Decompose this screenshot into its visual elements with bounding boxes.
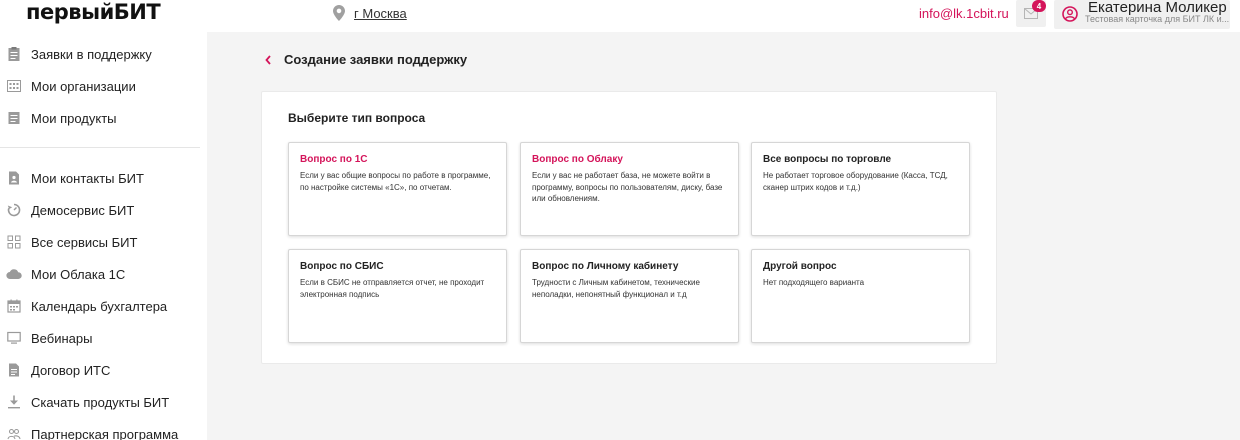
sidebar-item-accountant-calendar[interactable]: Календарь бухгалтера: [0, 293, 207, 319]
sidebar-item-label: Скачать продукты БИТ: [31, 394, 170, 410]
question-card-trade[interactable]: Все вопросы по торговле Не работает торг…: [751, 142, 970, 236]
card-description: Нет подходящего варианта: [763, 278, 865, 287]
sidebar-item-organizations[interactable]: Мои организации: [0, 73, 207, 99]
page-title-text: Создание заявки поддержку: [284, 52, 468, 67]
grid-icon: [7, 235, 21, 249]
top-header: первыйБИТ г Москва info@lk.1cbit.ru 4 Ек…: [0, 0, 1240, 32]
document-icon: [8, 112, 20, 124]
sidebar-item-download-products[interactable]: Скачать продукты БИТ: [0, 389, 207, 415]
location-selector[interactable]: г Москва: [333, 5, 407, 21]
card-description: Если в СБИС не отправляется отчет, не пр…: [300, 278, 485, 299]
user-profile-menu[interactable]: Екатерина Моликер Тестовая карточка для …: [1054, 0, 1230, 29]
sidebar-item-label: Календарь бухгалтера: [31, 298, 168, 314]
sidebar-item-its-contract[interactable]: Договор ИТС: [0, 357, 207, 383]
card-description: Не работает торговое оборудование (Касса…: [763, 171, 948, 192]
card-title: Другой вопрос: [763, 261, 837, 272]
chevron-left-icon[interactable]: [263, 53, 273, 67]
map-pin-icon: [333, 5, 345, 21]
sidebar-item-label: Мои организации: [31, 78, 136, 94]
sidebar-item-label: Заявки в поддержку: [31, 46, 152, 62]
contact-card-icon: [9, 171, 19, 185]
question-card-1c[interactable]: Вопрос по 1С Если у вас общие вопросы по…: [288, 142, 507, 236]
refresh-icon: [7, 203, 21, 217]
sidebar-item-label: Демосервис БИТ: [31, 202, 135, 218]
sidebar-item-partner-program[interactable]: Партнерская программа: [0, 421, 207, 440]
panel-title: Выберите тип вопроса: [288, 111, 426, 125]
question-card-sbis[interactable]: Вопрос по СБИС Если в СБИС не отправляет…: [288, 249, 507, 343]
card-description: Трудности с Личным кабинетом, технически…: [532, 278, 700, 299]
sidebar-item-label: Договор ИТС: [31, 362, 111, 378]
file-icon: [9, 363, 19, 377]
sidebar: Заявки в поддержку Мои организации Мои п…: [0, 32, 207, 440]
card-title: Вопрос по Облаку: [532, 154, 623, 165]
card-title: Вопрос по 1С: [300, 154, 368, 165]
sidebar-item-label: Мои Облака 1С: [31, 266, 126, 282]
card-description: Если у вас не работает база, не можете в…: [532, 171, 723, 203]
sidebar-item-demoservice[interactable]: Демосервис БИТ: [0, 197, 207, 223]
question-card-cloud[interactable]: Вопрос по Облаку Если у вас не работает …: [520, 142, 739, 236]
sidebar-item-support-requests[interactable]: Заявки в поддержку: [0, 41, 207, 67]
card-title: Вопрос по Личному кабинету: [532, 261, 679, 272]
sidebar-item-all-services[interactable]: Все сервисы БИТ: [0, 229, 207, 255]
cloud-icon: [6, 269, 22, 280]
card-title: Вопрос по СБИС: [300, 261, 384, 272]
card-description: Если у вас общие вопросы по работе в про…: [300, 171, 491, 192]
calendar-icon: [7, 299, 21, 313]
download-icon: [8, 395, 20, 409]
sidebar-item-label: Все сервисы БИТ: [31, 234, 138, 250]
sidebar-divider: [0, 147, 200, 148]
clipboard-icon: [8, 47, 20, 61]
sidebar-item-products[interactable]: Мои продукты: [0, 105, 207, 131]
people-icon: [7, 428, 21, 440]
sidebar-item-clouds[interactable]: Мои Облака 1С: [0, 261, 207, 287]
logo[interactable]: первыйБИТ: [26, 1, 161, 23]
notification-badge: 4: [1032, 0, 1046, 12]
building-icon: [7, 80, 21, 92]
sidebar-item-webinars[interactable]: Вебинары: [0, 325, 207, 351]
sidebar-item-label: Мои контакты БИТ: [31, 170, 144, 186]
city-link[interactable]: г Москва: [354, 6, 407, 21]
sidebar-item-label: Вебинары: [31, 330, 93, 346]
page-title: Создание заявки поддержку: [263, 52, 467, 67]
question-card-other[interactable]: Другой вопрос Нет подходящего варианта: [751, 249, 970, 343]
user-avatar-icon: [1062, 6, 1078, 22]
question-card-personal-account[interactable]: Вопрос по Личному кабинету Трудности с Л…: [520, 249, 739, 343]
sidebar-item-label: Партнерская программа: [31, 426, 179, 440]
user-subtitle: Тестовая карточка для БИТ ЛК и...: [1085, 14, 1230, 24]
sidebar-item-bit-contacts[interactable]: Мои контакты БИТ: [0, 165, 207, 191]
support-email-link[interactable]: info@lk.1cbit.ru: [919, 6, 1009, 21]
card-title: Все вопросы по торговле: [763, 154, 892, 165]
sidebar-item-label: Мои продукты: [31, 110, 117, 126]
monitor-icon: [7, 331, 21, 344]
